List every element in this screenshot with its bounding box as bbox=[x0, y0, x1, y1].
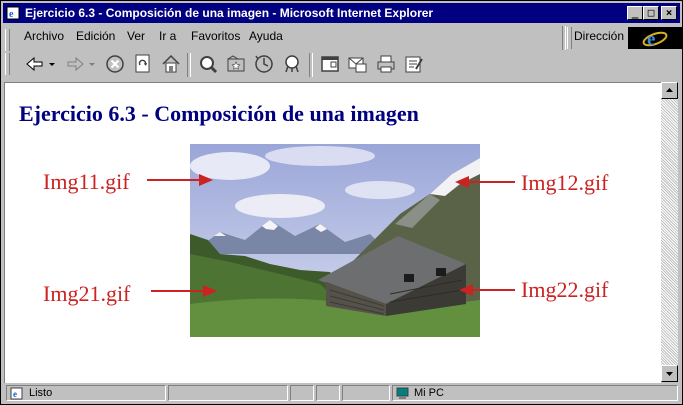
mail-icon[interactable] bbox=[347, 53, 369, 75]
scroll-up-button[interactable] bbox=[661, 82, 678, 99]
refresh-icon[interactable] bbox=[132, 53, 154, 75]
arrow-img12 bbox=[455, 176, 515, 188]
scroll-down-button[interactable] bbox=[661, 365, 678, 382]
edit-icon[interactable] bbox=[403, 53, 425, 75]
title-bar[interactable]: e Ejercicio 6.3 - Composición de una ima… bbox=[3, 3, 680, 23]
vertical-scrollbar[interactable] bbox=[661, 82, 678, 382]
scroll-down-icon bbox=[666, 372, 673, 376]
scroll-up-icon bbox=[666, 88, 673, 92]
search-icon[interactable] bbox=[197, 53, 219, 75]
menu-separator bbox=[562, 26, 566, 50]
computer-icon bbox=[396, 387, 409, 399]
print-icon[interactable] bbox=[375, 53, 397, 75]
toolbar-grip[interactable] bbox=[5, 29, 10, 51]
ie-page-icon: e bbox=[6, 6, 20, 20]
label-img11: Img11.gif bbox=[43, 169, 130, 194]
label-img12: Img12.gif bbox=[521, 170, 609, 195]
toolbar-grip-2[interactable] bbox=[5, 53, 10, 75]
page-viewport[interactable]: Ejercicio 6.3 - Composición de una image… bbox=[4, 82, 661, 383]
menu-archivo[interactable]: Archivo bbox=[24, 29, 64, 43]
status-bar: e Listo Mi PC bbox=[4, 384, 680, 402]
window-title: Ejercicio 6.3 - Composición de una image… bbox=[25, 6, 434, 20]
arrow-img11 bbox=[147, 174, 213, 186]
label-img22: Img22.gif bbox=[521, 277, 609, 302]
status-zone-panel: Mi PC bbox=[392, 385, 678, 401]
svg-text:e: e bbox=[647, 29, 655, 49]
page-done-icon: e bbox=[10, 387, 23, 400]
svg-text:e: e bbox=[9, 9, 14, 20]
menu-edicion[interactable]: Edición bbox=[76, 29, 115, 43]
status-zone: Mi PC bbox=[414, 387, 444, 399]
ie-logo-icon: e bbox=[642, 29, 668, 50]
back-icon[interactable] bbox=[24, 53, 58, 75]
toolbar-separator-1 bbox=[187, 53, 191, 77]
menu-ayuda[interactable]: Ayuda bbox=[249, 29, 283, 43]
maximize-button[interactable]: □ bbox=[643, 6, 659, 20]
status-text: Listo bbox=[29, 387, 53, 399]
fullscreen-icon[interactable] bbox=[319, 53, 341, 75]
menu-bar: Archivo Edición Ver Ir a Favoritos Ayuda… bbox=[4, 26, 682, 51]
status-panel-5 bbox=[342, 385, 390, 401]
address-label: Dirección bbox=[574, 29, 625, 43]
channels-icon[interactable] bbox=[281, 53, 303, 75]
svg-text:e: e bbox=[13, 389, 17, 399]
menu-ir-a[interactable]: Ir a bbox=[159, 29, 176, 43]
status-panel-3 bbox=[290, 385, 314, 401]
status-panel-2 bbox=[168, 385, 288, 401]
history-icon[interactable] bbox=[253, 53, 275, 75]
landscape-image bbox=[190, 144, 480, 337]
status-text-panel: e Listo bbox=[6, 385, 166, 401]
standard-toolbar bbox=[4, 50, 680, 80]
arrow-img21 bbox=[151, 285, 217, 297]
address-grip[interactable] bbox=[567, 27, 572, 49]
toolbar-separator-2 bbox=[309, 53, 313, 77]
status-panel-4 bbox=[316, 385, 340, 401]
menu-ver[interactable]: Ver bbox=[127, 29, 145, 43]
ie-throbber-logo: e bbox=[628, 27, 682, 50]
label-img21: Img21.gif bbox=[43, 281, 131, 306]
close-button[interactable]: × bbox=[661, 6, 677, 20]
favorites-icon[interactable] bbox=[225, 53, 247, 75]
menu-favoritos[interactable]: Favoritos bbox=[191, 29, 240, 43]
page-heading: Ejercicio 6.3 - Composición de una image… bbox=[19, 101, 419, 126]
browser-window: e Ejercicio 6.3 - Composición de una ima… bbox=[0, 0, 683, 405]
forward-icon[interactable] bbox=[64, 53, 98, 75]
stop-icon[interactable] bbox=[104, 53, 126, 75]
minimize-button[interactable]: _ bbox=[627, 6, 643, 20]
arrow-img22 bbox=[459, 284, 515, 296]
home-icon[interactable] bbox=[160, 53, 182, 75]
